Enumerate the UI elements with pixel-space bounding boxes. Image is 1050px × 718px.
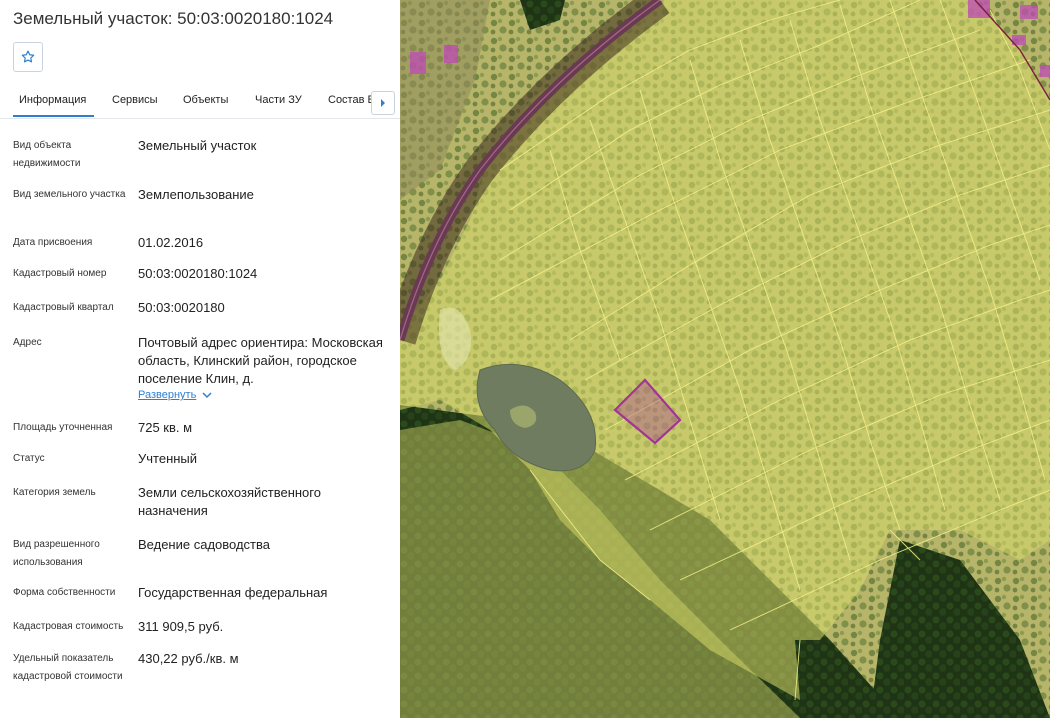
property-label: Кадастровый квартал: [13, 302, 114, 313]
property-label: Кадастровая стоимость: [13, 621, 124, 632]
property-label: Вид объекта недвижимости: [13, 140, 81, 169]
property-value: 50:03:0020180: [138, 300, 225, 315]
tab-services[interactable]: Сервисы: [112, 94, 158, 106]
info-panel: Земельный участок: 50:03:0020180:1024 Ин…: [0, 0, 400, 718]
property-label: Удельный показатель кадастровой стоимост…: [13, 653, 123, 682]
address-expand-link[interactable]: Развернуть: [138, 389, 212, 401]
tabs-next-button[interactable]: [371, 91, 395, 115]
property-value: 311 909,5 руб.: [138, 619, 224, 634]
tab-bar: Информация Сервисы Объекты Части ЗУ Сост…: [0, 85, 400, 119]
property-value: Землепользование: [138, 187, 254, 202]
caret-right-icon: [381, 99, 385, 107]
property-value: 01.02.2016: [138, 235, 204, 250]
address-value: Почтовый адрес ориентира: Московская обл…: [138, 335, 383, 386]
tab-parts[interactable]: Части ЗУ: [255, 94, 302, 106]
property-value: Государственная федеральная: [138, 585, 328, 600]
property-label: Статус: [13, 453, 45, 464]
property-value: Учтенный: [138, 451, 198, 466]
expand-label: Развернуть: [138, 389, 197, 401]
property-value: 725 кв. м: [138, 420, 193, 435]
property-value: Земельный участок: [138, 138, 257, 153]
favorite-button[interactable]: [13, 42, 43, 72]
property-label: Дата присвоения: [13, 237, 93, 248]
chevron-down-icon: [202, 392, 212, 399]
page-title: Земельный участок: 50:03:0020180:1024: [13, 9, 334, 28]
property-label: Адрес: [13, 337, 42, 348]
tab-info[interactable]: Информация: [12, 94, 95, 117]
property-value: 430,22 руб./кв. м: [138, 651, 239, 666]
property-label: Категория земель: [13, 487, 96, 498]
property-label: Кадастровый номер: [13, 268, 107, 279]
tab-objects[interactable]: Объекты: [183, 94, 228, 106]
property-value: Ведение садоводства: [138, 537, 270, 552]
map-view[interactable]: [400, 0, 1050, 718]
property-label: Вид земельного участка: [13, 189, 126, 200]
property-label: Площадь уточненная: [13, 422, 113, 433]
star-outline-icon: [21, 50, 35, 63]
map-canvas[interactable]: [400, 0, 1050, 718]
tab-composition[interactable]: Состав Е: [328, 94, 375, 106]
property-label: Форма собственности: [13, 587, 116, 598]
property-label: Вид разрешенного использования: [13, 539, 100, 568]
property-value: 50:03:0020180:1024: [138, 266, 258, 281]
property-value: Земли сельскохозяйственного назначения: [138, 485, 321, 518]
